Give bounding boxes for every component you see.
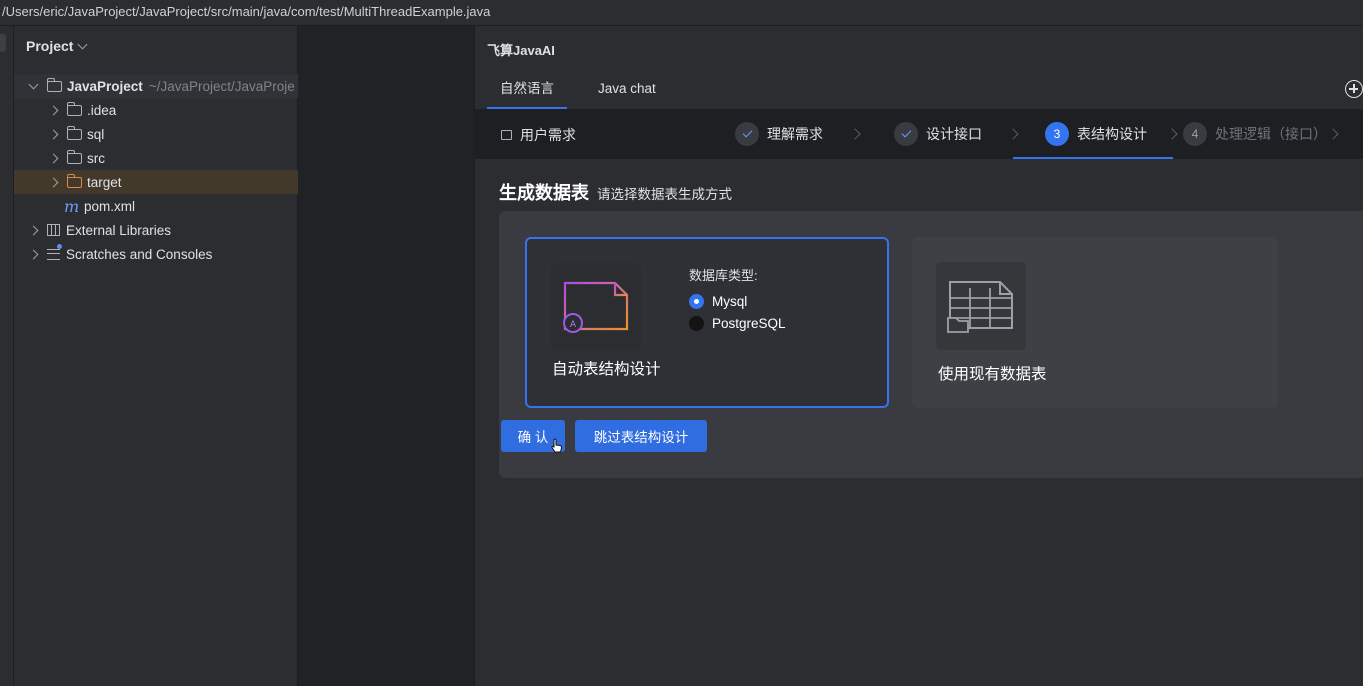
chevron-right-icon[interactable] — [28, 225, 39, 235]
tree-item-label: sql — [87, 126, 105, 142]
database-type-label: 数据库类型: — [689, 268, 758, 283]
tree-item-label: External Libraries — [66, 222, 172, 238]
chevron-right-icon — [1166, 128, 1178, 140]
panel-tabs: 自然语言 Java chat — [487, 76, 669, 109]
existing-table-icon — [936, 262, 1026, 350]
step-label: 用户需求 — [520, 127, 576, 143]
tree-item-label: .idea — [87, 102, 117, 118]
scratches-icon — [47, 243, 62, 260]
tree-item-label: src — [87, 150, 105, 166]
window-path-bar: /Users/eric/JavaProject/JavaProject/src/… — [0, 0, 1363, 26]
chevron-right-icon — [1327, 128, 1339, 140]
database-type-group: 数据库类型: Mysql PostgreSQL — [689, 265, 786, 334]
tree-item-label: target — [87, 174, 122, 190]
add-circle-icon[interactable] — [1345, 80, 1363, 98]
tool-window-strip — [0, 26, 14, 686]
step-number-3: 3 — [1045, 122, 1069, 146]
tree-item-pom[interactable]: m pom.xml — [14, 194, 298, 218]
step-user-requirement[interactable]: 用户需求 — [501, 125, 576, 145]
maven-icon: m — [64, 196, 80, 216]
javaai-panel: 飞算JavaAI 自然语言 Java chat 用户需求 理解需求 设计接口 3… — [475, 26, 1363, 686]
tree-item-label: JavaProject — [67, 78, 143, 94]
card-label: 使用现有数据表 — [938, 366, 1047, 383]
chevron-right-icon — [849, 128, 861, 140]
radio-checked-icon[interactable] — [689, 293, 704, 309]
radio-unchecked-icon[interactable] — [689, 315, 704, 331]
project-view-selector[interactable]: Project — [26, 38, 88, 54]
file-path: /Users/eric/JavaProject/JavaProject/src/… — [2, 4, 491, 19]
project-panel: Project JavaProject ~/JavaProject/JavaPr… — [14, 26, 298, 686]
step-understand-requirement[interactable]: 理解需求 — [735, 122, 823, 146]
chevron-right-icon[interactable] — [48, 177, 59, 187]
tab-natural-language[interactable]: 自然语言 — [487, 76, 567, 109]
tree-item-external-libraries[interactable]: External Libraries — [14, 218, 298, 242]
step-label: 处理逻辑（接口） — [1215, 126, 1327, 142]
step-processing-logic[interactable]: 4 处理逻辑（接口） — [1183, 122, 1327, 146]
radio-label: PostgreSQL — [712, 315, 786, 331]
chevron-right-icon — [1007, 128, 1019, 140]
tree-item-src[interactable]: src — [14, 146, 298, 170]
project-folder-icon — [46, 77, 62, 92]
existing-table-card[interactable]: 使用现有数据表 — [912, 237, 1278, 408]
check-icon — [735, 122, 759, 146]
radio-option-postgresql[interactable]: PostgreSQL — [689, 312, 786, 334]
hand-cursor-icon — [551, 438, 563, 453]
step-table-design[interactable]: 3 表结构设计 — [1045, 122, 1147, 146]
chevron-right-icon[interactable] — [28, 249, 39, 259]
editor-area — [298, 26, 475, 686]
step-progress-bar: 用户需求 理解需求 设计接口 3 表结构设计 4 处理逻辑（接口） — [475, 109, 1363, 159]
card-label: 自动表结构设计 — [552, 361, 661, 378]
tree-item-javaproject[interactable]: JavaProject ~/JavaProject/JavaProje — [14, 74, 298, 98]
step-design-interface[interactable]: 设计接口 — [894, 122, 982, 146]
tree-item-path-hint: ~/JavaProject/JavaProje — [148, 78, 295, 94]
chevron-right-icon[interactable] — [48, 153, 59, 163]
check-icon — [894, 122, 918, 146]
step-number-4: 4 — [1183, 122, 1207, 146]
radio-label: Mysql — [712, 293, 748, 309]
auto-table-icon: A — [551, 263, 641, 351]
project-tool-icon[interactable] — [0, 34, 6, 52]
section-heading: 生成数据表 请选择数据表生成方式 — [499, 179, 732, 205]
folder-icon — [66, 125, 82, 140]
chevron-down-icon — [78, 39, 88, 50]
tab-java-chat[interactable]: Java chat — [585, 76, 669, 109]
current-step-indicator — [1013, 157, 1173, 159]
folder-icon — [66, 101, 82, 116]
skip-table-design-button[interactable]: 跳过表结构设计 — [575, 420, 707, 452]
tree-item-sql[interactable]: sql — [14, 122, 298, 146]
panel-title: 飞算JavaAI — [487, 43, 555, 58]
step-label: 理解需求 — [767, 126, 823, 142]
project-tree: JavaProject ~/JavaProject/JavaProje .ide… — [14, 74, 298, 266]
section-title: 生成数据表 — [499, 183, 589, 203]
tree-item-target[interactable]: target — [14, 170, 298, 194]
svg-text:A: A — [570, 320, 577, 330]
message-icon — [501, 130, 512, 140]
step-label: 表结构设计 — [1077, 126, 1147, 142]
chevron-right-icon[interactable] — [48, 105, 59, 115]
folder-icon — [66, 149, 82, 164]
chevron-down-icon[interactable] — [28, 79, 39, 89]
tree-item-idea[interactable]: .idea — [14, 98, 298, 122]
tree-item-label: pom.xml — [84, 198, 136, 214]
chevron-right-icon[interactable] — [48, 129, 59, 139]
tree-item-label: Scratches and Consoles — [66, 246, 213, 262]
auto-table-design-card[interactable]: A 自动表结构设计 数据库类型: Mysql PostgreSQL — [525, 237, 889, 408]
table-generation-box: A 自动表结构设计 数据库类型: Mysql PostgreSQL 使用现有数据… — [499, 211, 1363, 478]
radio-option-mysql[interactable]: Mysql — [689, 290, 786, 312]
library-icon — [47, 224, 60, 236]
tree-item-scratches[interactable]: Scratches and Consoles — [14, 242, 298, 266]
section-subtitle: 请选择数据表生成方式 — [597, 187, 732, 202]
orange-folder-icon — [66, 173, 82, 188]
step-label: 设计接口 — [926, 126, 982, 142]
